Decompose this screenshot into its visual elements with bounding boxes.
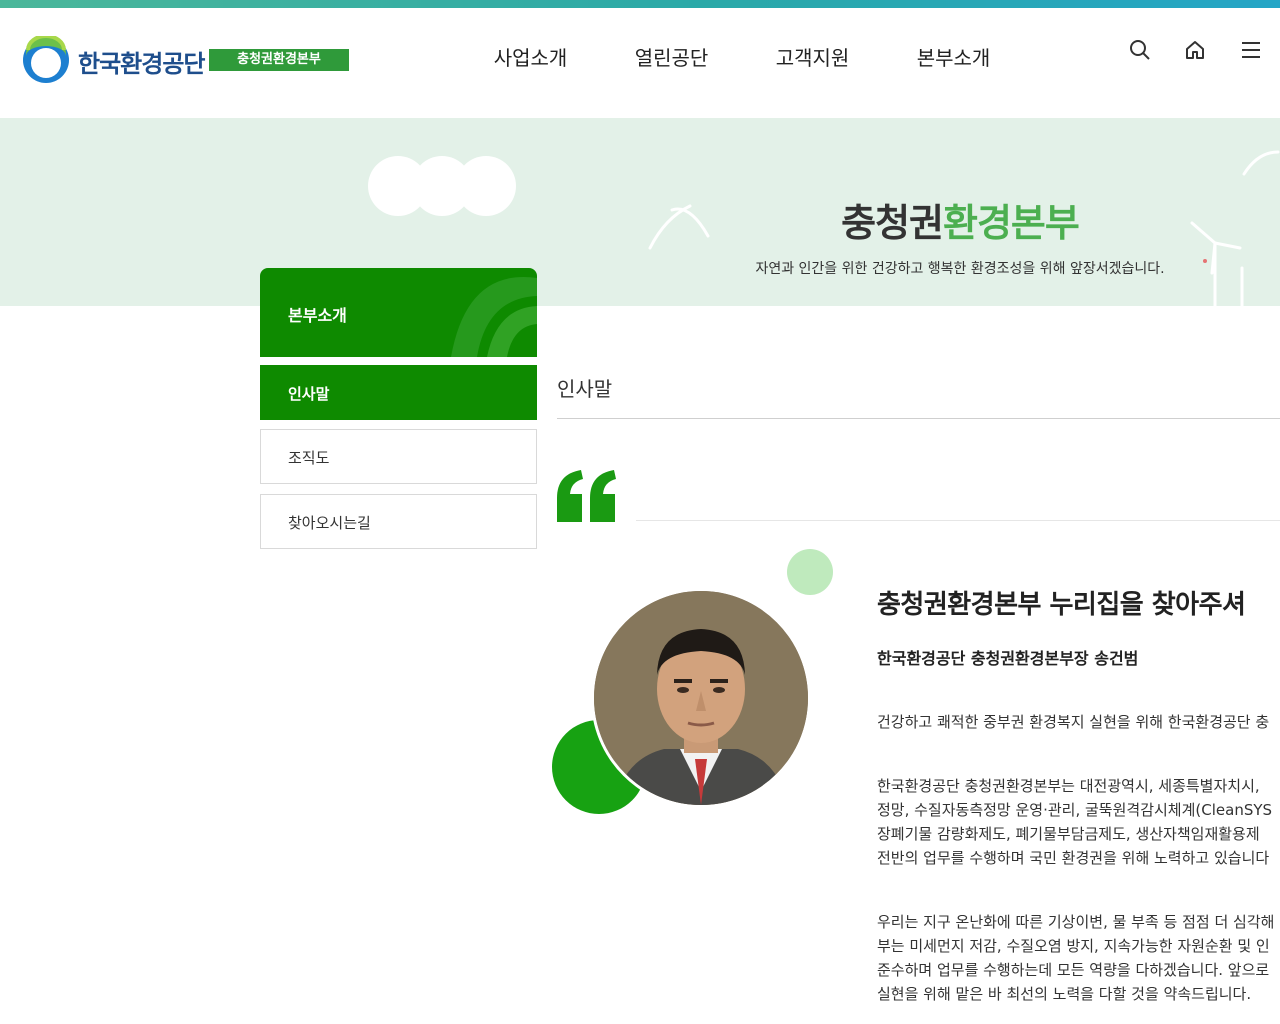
sidebar-item-organization[interactable]: 조직도 [260, 429, 537, 484]
top-accent-bar [0, 0, 1280, 8]
paragraph-line: 실현을 위해 맡은 바 최선의 노력을 다할 것을 약속드립니다. [877, 985, 1252, 1003]
logo-mark-icon [23, 36, 69, 83]
hero-title: 충청권환경본부 [740, 192, 1180, 247]
quote-mark-icon [557, 470, 616, 522]
paragraph-line: 한국환경공단 충청권환경본부는 대전광역시, 세종특별자치시, [877, 777, 1260, 795]
sidebar-item-greeting[interactable]: 인사말 [260, 365, 537, 420]
logo-badge: 충청권환경본부 [209, 49, 349, 71]
nav-customer-support[interactable]: 고객지원 [742, 42, 883, 72]
page-title: 인사말 [557, 377, 613, 401]
hero-banner: 충청권환경본부 자연과 인간을 위한 건강하고 행복한 환경조성을 위해 앞장서… [0, 118, 1280, 306]
paragraph-line: 전반의 업무를 수행하며 국민 환경권을 위해 노력하고 있습니다 [877, 849, 1270, 867]
sidebar-item-directions[interactable]: 찾아오시는길 [260, 494, 537, 549]
paragraph-line: 준수하며 업무를 수행하는데 모든 역량을 다하겠습니다. 앞으로 [877, 961, 1270, 979]
home-icon [1186, 41, 1204, 59]
hero-title-hq: 환경본부 [943, 201, 1080, 245]
leaf-decoration-icon [451, 276, 537, 357]
logo-text: 한국환경공단 [78, 50, 205, 78]
hero-title-region: 충청권 [841, 201, 944, 245]
quote-divider [636, 520, 1280, 521]
paragraph-line: 우리는 지구 온난화에 따른 기상이변, 물 부족 등 점점 더 심각해 [877, 913, 1275, 931]
sidebar-heading-label: 본부소개 [288, 306, 347, 325]
message-paragraph-3: 우리는 지구 온난화에 따른 기상이변, 물 부족 등 점점 더 심각해 부는 … [877, 910, 1280, 1006]
paragraph-line: 건강하고 쾌적한 중부권 환경복지 실현을 위해 한국환경공단 충 [877, 713, 1270, 731]
hero-subtitle: 자연과 인간을 위한 건강하고 행복한 환경조성을 위해 앞장서겠습니다. [755, 261, 1165, 277]
main-nav: 사업소개 열린공단 고객지원 본부소개 [460, 42, 1024, 72]
paragraph-line: 부는 미세먼지 저감, 수질오염 방지, 지속가능한 자원순환 및 인 [877, 937, 1270, 955]
person-portrait-icon [594, 591, 808, 805]
title-divider [557, 418, 1280, 419]
nav-open-agency[interactable]: 열린공단 [601, 42, 742, 72]
decor-circle-small [787, 549, 833, 595]
sidebar-item-label: 찾아오시는길 [288, 514, 371, 532]
sidebar-item-label: 인사말 [288, 385, 330, 403]
site-logo[interactable]: 한국환경공단 충청권환경본부 [22, 36, 352, 86]
sidebar-item-label: 조직도 [288, 449, 330, 467]
nav-business[interactable]: 사업소개 [460, 42, 601, 72]
paragraph-line: 장폐기물 감량화제도, 폐기물부담금제도, 생산자책임재활용제 [877, 825, 1260, 843]
message-signature: 한국환경공단 충청권환경본부장 송건범 [877, 649, 1139, 668]
menu-button[interactable] [1239, 38, 1267, 66]
director-portrait [594, 591, 808, 805]
site-header: 한국환경공단 충청권환경본부 사업소개 열린공단 고객지원 본부소개 [0, 8, 1280, 118]
paragraph-line: 정망, 수질자동측정망 운영·관리, 굴뚝원격감시체계(CleanSYS [877, 801, 1273, 819]
message-headline: 충청권환경본부 누리집을 찾아주셔 [877, 590, 1246, 620]
nav-headquarters[interactable]: 본부소개 [883, 42, 1024, 72]
message-paragraph-2: 한국환경공단 충청권환경본부는 대전광역시, 세종특별자치시, 정망, 수질자동… [877, 774, 1280, 870]
search-icon [1130, 40, 1150, 60]
hamburger-menu-icon [1242, 42, 1260, 58]
sidebar-heading: 본부소개 [260, 268, 537, 357]
message-paragraph-1: 건강하고 쾌적한 중부권 환경복지 실현을 위해 한국환경공단 충 [877, 710, 1280, 734]
search-button[interactable] [1128, 38, 1156, 66]
home-button[interactable] [1183, 38, 1211, 66]
